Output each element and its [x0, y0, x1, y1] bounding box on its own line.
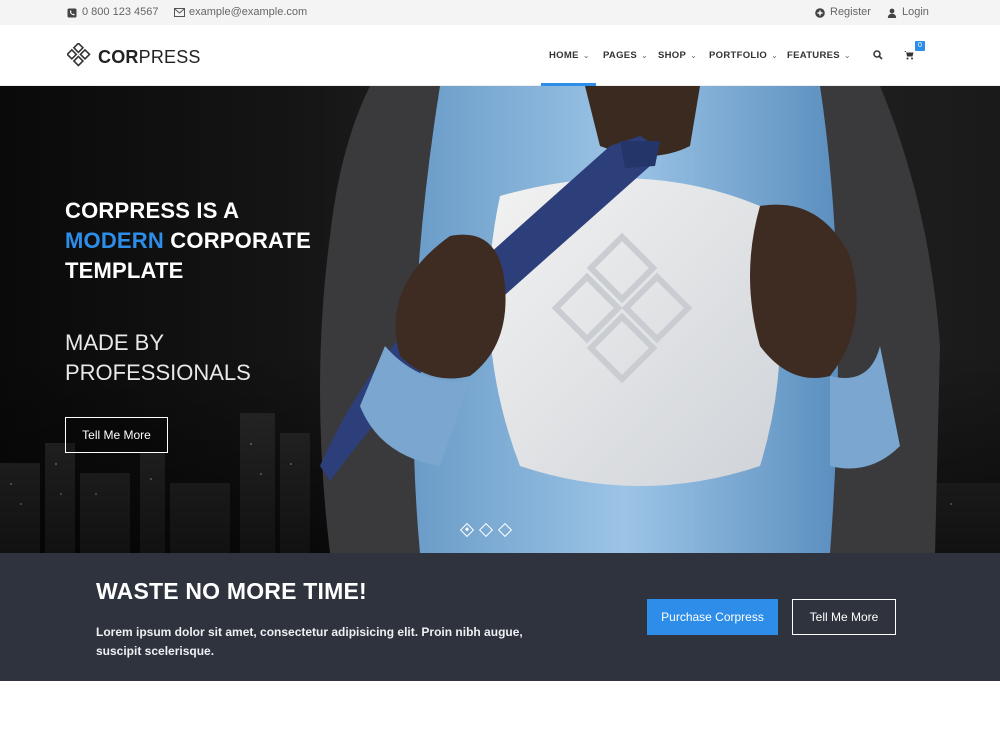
diamond-grid-icon	[66, 42, 91, 72]
hero-title-accent: MODERN	[65, 228, 164, 253]
hero-title-line-1: CORPRESS IS A	[65, 198, 240, 223]
cta-text: Lorem ipsum dolor sit amet, consectetur …	[96, 625, 523, 658]
hero-subtitle-line-1: MADE BY	[65, 330, 165, 355]
logo-wordmark: CORPRESS	[98, 47, 201, 68]
site-header: CORPRESS HOME ⌄ PAGES ⌄ SHOP ⌄ PORTFOLIO ⌄ F…	[0, 25, 1000, 86]
hero-tell-me-more-button[interactable]: Tell Me More	[65, 417, 168, 453]
chevron-down-icon: ⌄	[582, 51, 590, 60]
phone-icon	[67, 8, 77, 18]
nav-shop[interactable]: SHOP ⌄	[658, 25, 697, 86]
login-link[interactable]: Login	[887, 0, 929, 25]
cta-title: WASTE NO MORE TIME!	[96, 578, 367, 604]
slider-dot-2[interactable]	[478, 522, 494, 538]
user-icon	[887, 8, 897, 18]
email-address: example@example.com	[189, 6, 308, 18]
purchase-button[interactable]: Purchase Corpress	[647, 599, 778, 635]
nav-portfolio-label: PORTFOLIO	[709, 50, 768, 61]
nav-pages[interactable]: PAGES ⌄	[603, 25, 648, 86]
logo-bold: COR	[98, 47, 139, 67]
phone-contact[interactable]: 0 800 123 4567	[67, 0, 158, 25]
email-contact[interactable]: example@example.com	[174, 0, 307, 25]
cart-button[interactable]	[904, 25, 914, 86]
slider-dot-3[interactable]	[497, 522, 513, 538]
hero-title-line-3: TEMPLATE	[65, 258, 184, 283]
hero-title: CORPRESS IS A MODERN CORPORATE TEMPLATE	[65, 196, 365, 286]
hero-slider: CORPRESS IS A MODERN CORPORATE TEMPLATE …	[0, 86, 1000, 553]
login-label: Login	[902, 6, 929, 18]
nav-pages-label: PAGES	[603, 50, 638, 61]
nav-features-label: FEATURES	[787, 50, 840, 61]
hero-subtitle: MADE BY PROFESSIONALS	[65, 328, 325, 388]
nav-portfolio[interactable]: PORTFOLIO ⌄	[709, 25, 778, 86]
hero-subtitle-line-2: PROFESSIONALS	[65, 360, 251, 385]
nav-shop-label: SHOP	[658, 50, 687, 61]
chevron-down-icon: ⌄	[690, 51, 698, 60]
slider-dot-1[interactable]	[459, 522, 475, 538]
plus-circle-icon	[815, 7, 825, 18]
chevron-down-icon: ⌄	[641, 51, 649, 60]
slider-pagination	[459, 522, 513, 538]
search-icon	[873, 49, 883, 61]
top-bar: 0 800 123 4567 example@example.com Regis…	[0, 0, 1000, 25]
cart-count-badge: 0	[915, 41, 925, 51]
register-label: Register	[830, 6, 871, 18]
hero-title-line-2: CORPORATE	[163, 228, 312, 253]
call-to-action-section: WASTE NO MORE TIME! Lorem ipsum dolor si…	[0, 553, 1000, 681]
cart-icon	[904, 49, 914, 61]
cta-tell-me-more-button[interactable]: Tell Me More	[792, 599, 896, 635]
chevron-down-icon: ⌄	[843, 51, 851, 60]
site-logo[interactable]: CORPRESS	[66, 42, 201, 72]
search-button[interactable]	[873, 25, 883, 86]
businessman-hero-image	[320, 86, 940, 553]
nav-features[interactable]: FEATURES ⌄	[787, 25, 851, 86]
nav-home-label: HOME	[549, 50, 579, 61]
phone-number: 0 800 123 4567	[82, 6, 159, 18]
envelope-icon	[174, 7, 185, 18]
logo-rest: PRESS	[138, 47, 201, 67]
chevron-down-icon: ⌄	[771, 51, 779, 60]
nav-home[interactable]: HOME ⌄	[549, 25, 590, 86]
register-link[interactable]: Register	[815, 0, 871, 25]
